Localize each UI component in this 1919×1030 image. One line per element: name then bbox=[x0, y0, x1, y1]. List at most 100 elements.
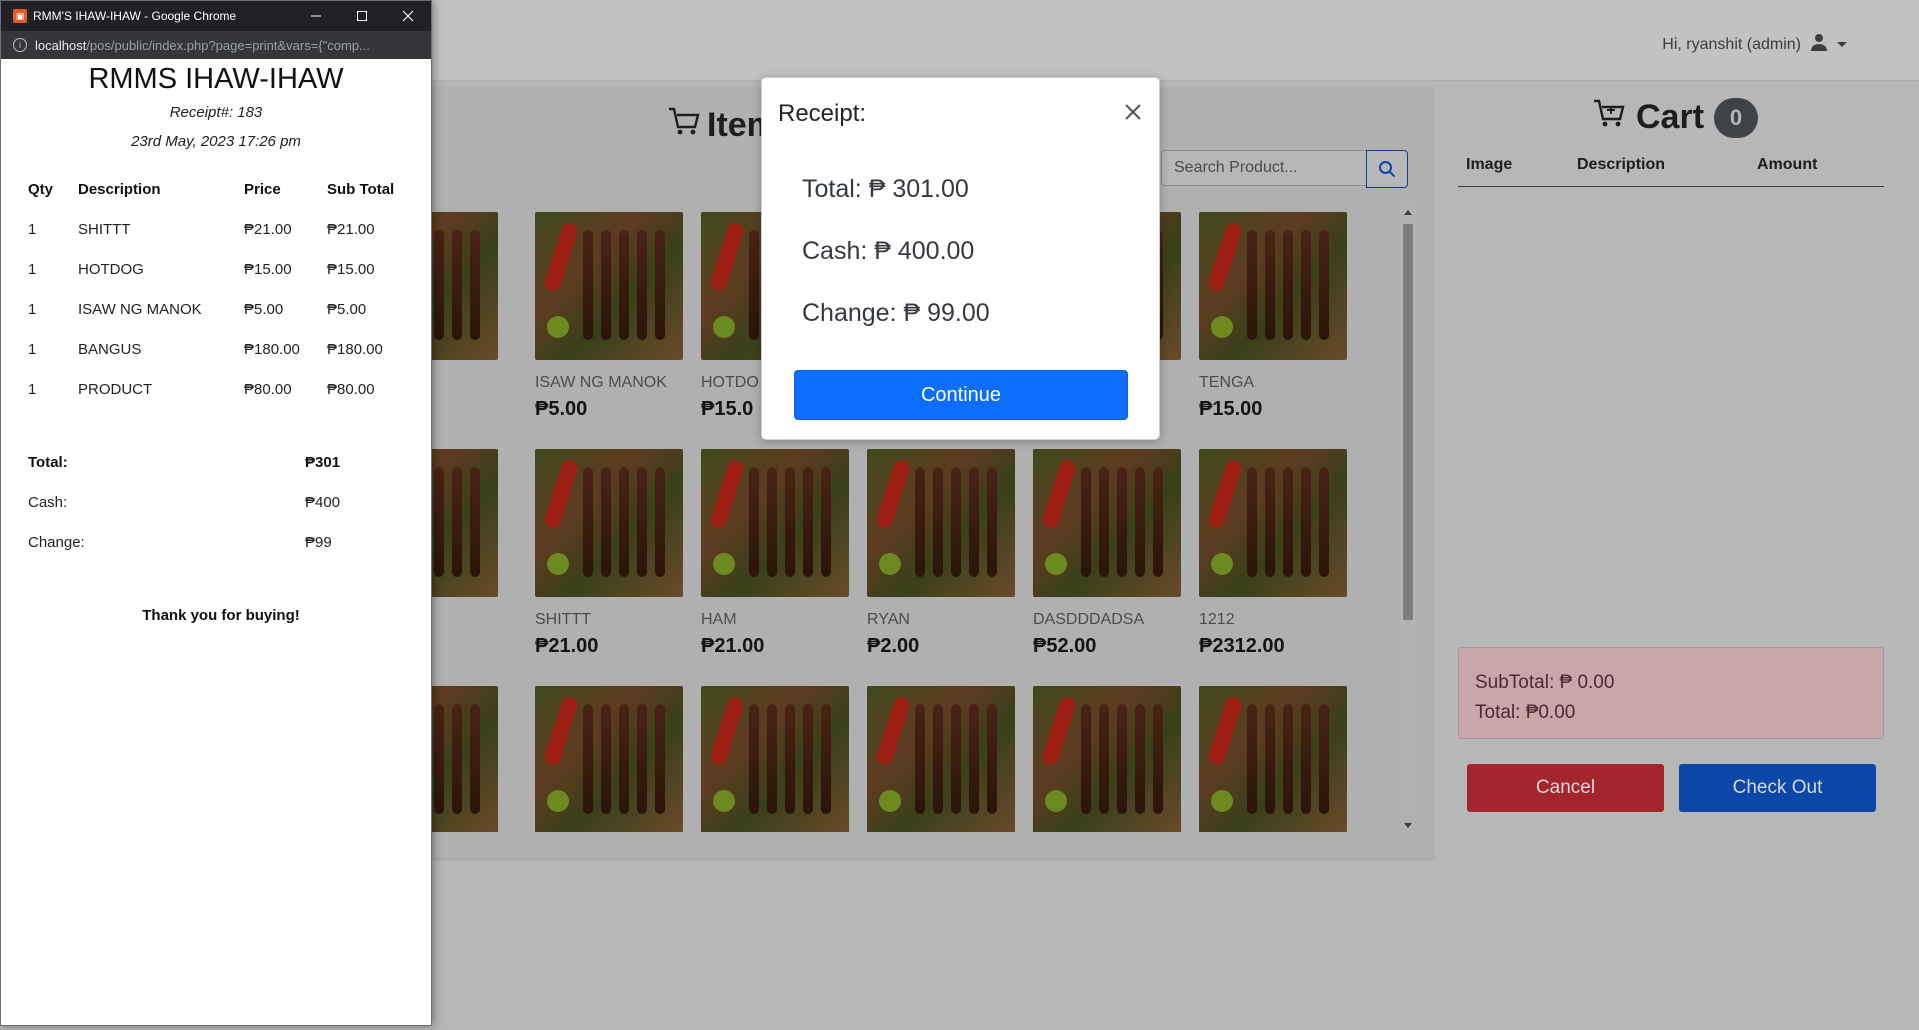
cart-title: Cart bbox=[1636, 98, 1705, 136]
close-icon[interactable] bbox=[1121, 100, 1145, 124]
product-image[interactable] bbox=[867, 686, 1015, 832]
product-image[interactable] bbox=[430, 449, 498, 597]
product-image[interactable] bbox=[430, 212, 498, 360]
product-search bbox=[1161, 150, 1408, 188]
product-card[interactable]: ISAW NG MANOK ₱5.00 bbox=[535, 212, 685, 421]
address-bar[interactable]: i localhost /pos/public/index.php?page=p… bbox=[1, 31, 431, 59]
receipt-title: RMMS IHAW-IHAW bbox=[88, 63, 344, 95]
product-image[interactable] bbox=[867, 449, 1015, 597]
receipt-cash-value: ₱400 bbox=[305, 494, 341, 511]
product-image[interactable] bbox=[1199, 686, 1347, 832]
receipt-cell-desc: HOTDOG bbox=[78, 261, 144, 278]
cart-table-header: Image Description Amount bbox=[1458, 156, 1884, 187]
receipt-col-subtotal: Sub Total bbox=[327, 181, 395, 198]
product-card[interactable]: TENGA ₱15.00 bbox=[1199, 212, 1349, 421]
product-card[interactable]: 1212 ₱2312.00 bbox=[1199, 449, 1349, 658]
receipt-cell-price: ₱5.00 bbox=[244, 301, 284, 318]
product-image[interactable] bbox=[1199, 212, 1347, 360]
continue-button[interactable]: Continue bbox=[794, 370, 1128, 420]
search-input[interactable] bbox=[1161, 150, 1367, 186]
chevron-down-icon bbox=[1837, 42, 1847, 47]
scroll-up-icon[interactable] bbox=[1404, 210, 1412, 215]
scrollbar-thumb[interactable] bbox=[1403, 224, 1413, 620]
receipt-cell-subtotal: ₱15.00 bbox=[327, 261, 375, 278]
receipt-thanks: Thank you for buying! bbox=[142, 607, 300, 624]
modal-title: Receipt: bbox=[778, 100, 867, 127]
modal-cash: Cash: ₱ 400.00 bbox=[802, 237, 975, 265]
product-card[interactable]: CT0 bbox=[430, 449, 500, 658]
cart-count-badge: 0 bbox=[1714, 97, 1759, 138]
product-card[interactable]: RYAN ₱2.00 bbox=[867, 449, 1017, 658]
checkout-button[interactable]: Check Out bbox=[1679, 764, 1876, 812]
product-image[interactable] bbox=[701, 449, 849, 597]
product-price: ₱2.00 bbox=[867, 635, 920, 657]
receipt-cell-desc: PRODUCT bbox=[78, 381, 153, 398]
product-name: SHITTT bbox=[535, 611, 591, 628]
receipt-change-label: Change: bbox=[28, 534, 85, 551]
scroll-down-icon[interactable] bbox=[1404, 823, 1412, 828]
search-icon bbox=[1379, 161, 1396, 178]
receipt-cell-qty: 1 bbox=[28, 301, 37, 318]
cart-totals: SubTotal: ₱ 0.00 Total: ₱0.00 bbox=[1458, 647, 1884, 739]
product-image[interactable] bbox=[535, 686, 683, 832]
cart-subtotal: SubTotal: ₱ 0.00 bbox=[1475, 672, 1615, 693]
receipt-cell-qty: 1 bbox=[28, 221, 37, 238]
product-name: DASDDDADSA bbox=[1033, 611, 1145, 628]
receipt-cell-price: ₱15.00 bbox=[244, 261, 292, 278]
product-card[interactable]: DASDDDADSA ₱52.00 bbox=[1033, 449, 1183, 658]
close-icon bbox=[402, 10, 414, 22]
product-name: 1212 bbox=[1199, 611, 1235, 628]
product-card[interactable]: S 00 bbox=[430, 212, 500, 421]
receipt-cell-desc: SHITTT bbox=[78, 221, 131, 238]
product-card[interactable] bbox=[430, 686, 500, 832]
maximize-icon bbox=[357, 11, 367, 21]
product-image[interactable] bbox=[535, 212, 683, 360]
minimize-icon bbox=[311, 15, 321, 17]
receipt-total-label: Total: bbox=[28, 454, 68, 471]
user-greeting: Hi, ryanshit (admin) bbox=[1662, 35, 1801, 53]
cart-total: Total: ₱0.00 bbox=[1475, 702, 1576, 723]
info-icon[interactable]: i bbox=[13, 38, 27, 52]
search-button[interactable] bbox=[1366, 150, 1408, 188]
product-scrollbar[interactable] bbox=[1400, 204, 1416, 834]
product-card[interactable]: SHITTT ₱21.00 bbox=[535, 449, 685, 658]
product-price: ₱21.00 bbox=[535, 635, 599, 657]
receipt-cell-price: ₱21.00 bbox=[244, 221, 292, 238]
receipt-number: Receipt#: 183 bbox=[169, 104, 263, 121]
receipt-total-value: ₱301 bbox=[305, 454, 341, 471]
cart-add-icon bbox=[1592, 96, 1626, 139]
receipt-date: 23rd May, 2023 17:26 pm bbox=[131, 133, 301, 150]
receipt-cell-desc: ISAW NG MANOK bbox=[78, 301, 202, 318]
maximize-button[interactable] bbox=[339, 1, 385, 31]
receipt-col-price: Price bbox=[244, 181, 281, 198]
product-image[interactable] bbox=[701, 686, 849, 832]
cart-col-image: Image bbox=[1466, 156, 1513, 173]
receipt-cell-price: ₱180.00 bbox=[244, 341, 300, 358]
product-name: ISAW NG MANOK bbox=[535, 374, 667, 391]
product-name: HAM bbox=[701, 611, 737, 628]
product-card[interactable] bbox=[867, 686, 1017, 832]
product-image[interactable] bbox=[430, 686, 498, 832]
product-image[interactable] bbox=[1033, 686, 1181, 832]
receipt-col-description: Description bbox=[78, 181, 161, 198]
receipt-cell-qty: 1 bbox=[28, 341, 37, 358]
receipt-cell-subtotal: ₱5.00 bbox=[327, 301, 367, 318]
product-card[interactable] bbox=[1033, 686, 1183, 832]
minimize-button[interactable] bbox=[293, 1, 339, 31]
modal-change: Change: ₱ 99.00 bbox=[802, 299, 990, 327]
product-card[interactable] bbox=[1199, 686, 1349, 832]
product-card[interactable] bbox=[701, 686, 851, 832]
product-image[interactable] bbox=[535, 449, 683, 597]
product-image[interactable] bbox=[1199, 449, 1347, 597]
cancel-button[interactable]: Cancel bbox=[1467, 764, 1664, 812]
user-menu[interactable]: Hi, ryanshit (admin) bbox=[1662, 32, 1847, 57]
product-name: RYAN bbox=[867, 611, 910, 628]
window-title: RMM'S IHAW-IHAW - Google Chrome bbox=[33, 9, 237, 23]
modal-total: Total: ₱ 301.00 bbox=[802, 175, 969, 203]
product-card[interactable] bbox=[535, 686, 685, 832]
product-card[interactable]: HAM ₱21.00 bbox=[701, 449, 851, 658]
product-image[interactable] bbox=[1033, 449, 1181, 597]
receipt-cell-price: ₱80.00 bbox=[244, 381, 292, 398]
window-close-button[interactable] bbox=[385, 1, 431, 31]
receipt-cell-qty: 1 bbox=[28, 381, 37, 398]
